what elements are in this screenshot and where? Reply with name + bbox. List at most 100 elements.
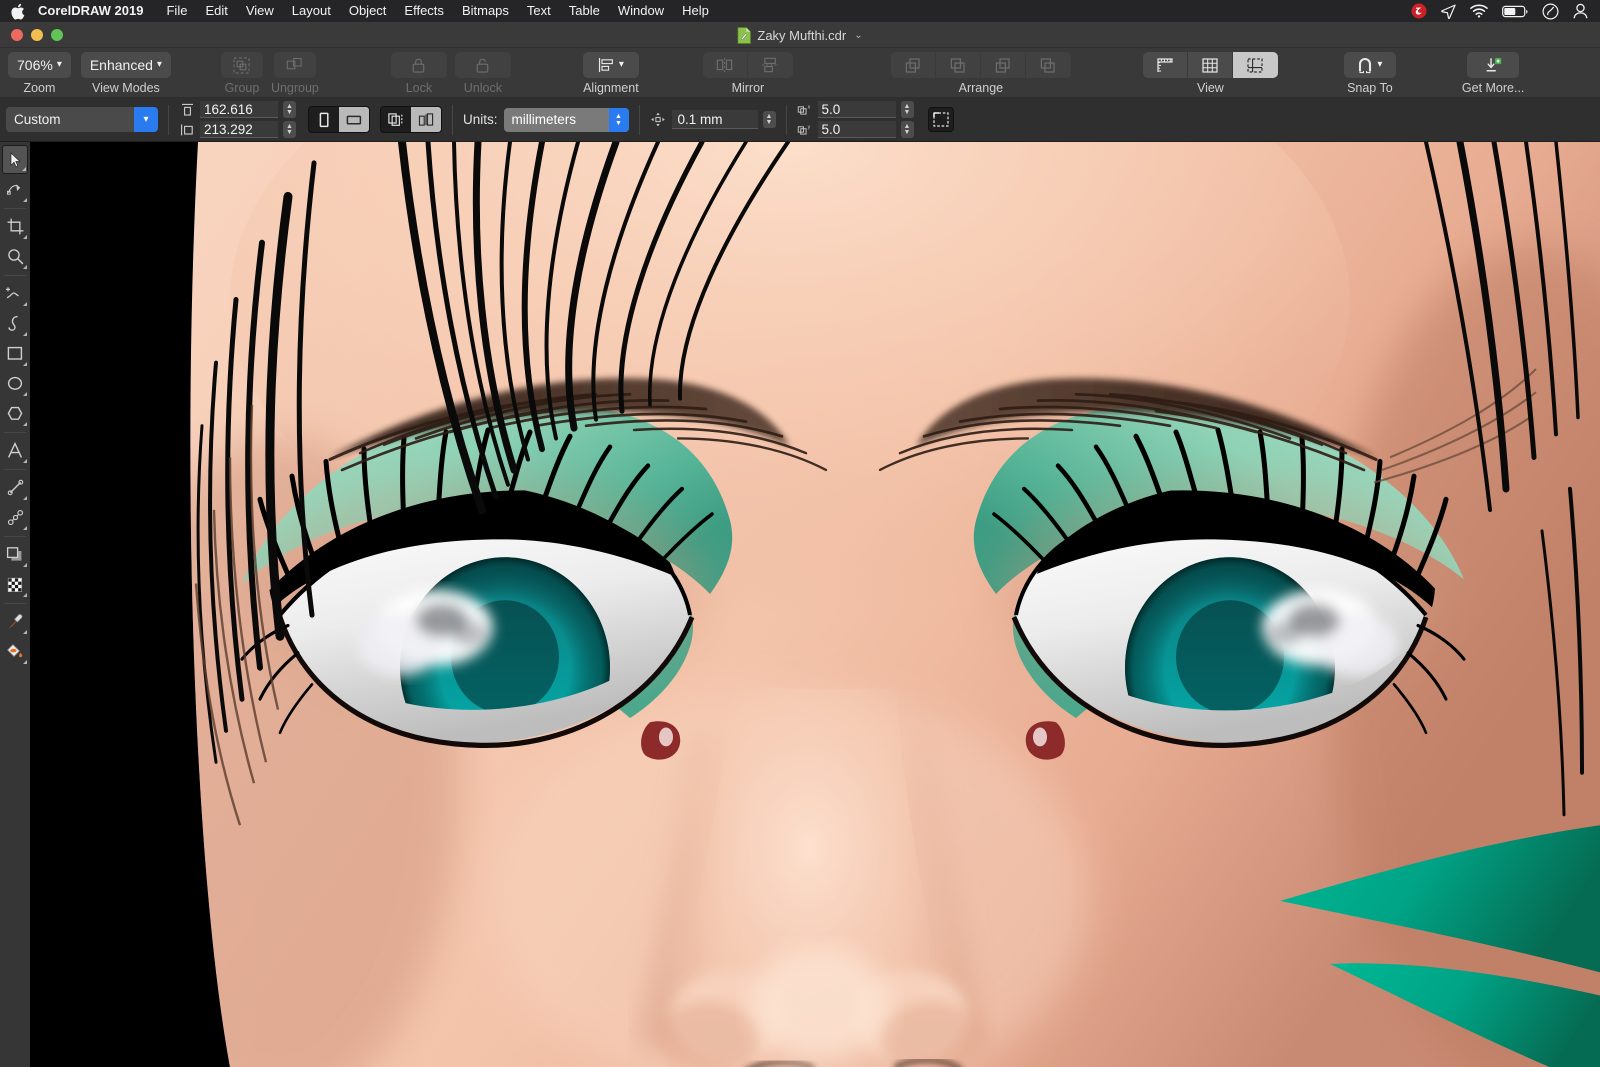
freehand-tool[interactable] — [2, 279, 28, 308]
menu-app-name[interactable]: CorelDRAW 2019 — [36, 0, 157, 22]
group-button[interactable] — [220, 52, 263, 78]
nudge-distance-stepper[interactable]: ▲ ▼ — [762, 111, 776, 128]
text-tool[interactable] — [2, 436, 28, 465]
chevron-down-icon: ▾ — [56, 59, 62, 70]
page-height-input[interactable]: 213.292 — [200, 121, 278, 138]
mirror-vertical-button[interactable] — [748, 52, 793, 78]
menu-item-layout[interactable]: Layout — [283, 0, 340, 22]
arrange-to-front-button[interactable] — [891, 52, 936, 78]
minimize-button[interactable] — [31, 28, 43, 41]
page-background-button[interactable] — [927, 107, 954, 132]
guidelines-icon — [1247, 57, 1263, 73]
maximize-button[interactable] — [51, 28, 63, 41]
divider — [638, 104, 640, 135]
artistic-media-tool[interactable] — [2, 309, 28, 338]
show-grid-button[interactable] — [1188, 52, 1233, 78]
battery-icon[interactable] — [1502, 0, 1528, 22]
duplicate-y-input[interactable]: 5.0 — [817, 121, 896, 138]
duplicate-x-stepper[interactable]: ▲ ▼ — [900, 101, 914, 118]
user-account-icon[interactable] — [1573, 0, 1588, 22]
menu-item-edit[interactable]: Edit — [196, 0, 236, 22]
all-pages-same-size-button[interactable] — [381, 107, 411, 132]
zoom-tool[interactable] — [2, 242, 28, 271]
ellipse-tool[interactable] — [2, 369, 28, 398]
page-height-stepper[interactable]: ▲ ▼ — [283, 121, 296, 138]
page-preset-dropdown[interactable]: Custom ▾ — [6, 107, 158, 132]
pick-tool[interactable] — [2, 145, 28, 174]
close-button[interactable] — [11, 28, 23, 41]
arrange-segmented-control[interactable] — [890, 52, 1071, 78]
ungroup-label: Ungroup — [270, 81, 319, 95]
current-page-only-button[interactable] — [411, 107, 441, 132]
lock-label: Lock — [405, 81, 433, 95]
menu-item-view[interactable]: View — [237, 0, 283, 22]
mirror-segmented-control[interactable] — [702, 52, 793, 78]
interactive-fill-tool[interactable] — [2, 637, 28, 666]
up-down-chevron-icon[interactable]: ▲ ▼ — [608, 107, 629, 132]
toolbar-group-snap-to: ▾ Snap To — [1343, 48, 1396, 98]
menu-item-help[interactable]: Help — [673, 0, 718, 22]
document-name[interactable]: Zaky Mufthi.cdr — [757, 28, 846, 43]
menu-item-text[interactable]: Text — [518, 0, 560, 22]
toolbox — [0, 142, 30, 1067]
location-arrow-icon[interactable] — [1441, 0, 1456, 22]
arrange-back-one-button[interactable] — [981, 52, 1026, 78]
trend-micro-icon[interactable] — [1411, 0, 1427, 22]
arrange-to-back-button[interactable] — [1026, 52, 1071, 78]
units-dropdown[interactable]: millimeters ▲ ▼ — [503, 107, 629, 132]
chevron-down-icon[interactable]: ▾ — [134, 107, 158, 132]
connector-tool[interactable] — [2, 503, 28, 532]
get-more-button[interactable] — [1467, 52, 1520, 78]
menu-item-window[interactable]: Window — [609, 0, 673, 22]
snap-to-dropdown[interactable]: ▾ — [1343, 52, 1396, 78]
page-width-input[interactable]: 162.616 — [200, 101, 278, 118]
to-back-icon — [1041, 57, 1055, 73]
duplicate-y-stepper[interactable]: ▲ ▼ — [900, 121, 914, 138]
ungroup-button[interactable] — [273, 52, 316, 78]
shape-tool[interactable] — [2, 175, 28, 204]
show-rulers-button[interactable] — [1143, 52, 1188, 78]
menu-item-object[interactable]: Object — [340, 0, 396, 22]
polygon-tool[interactable] — [2, 399, 28, 428]
duplicate-x-input[interactable]: 5.0 — [817, 101, 896, 118]
menu-item-table[interactable]: Table — [560, 0, 609, 22]
duplicate-distance-group: x 5.0 ▲ ▼ y 5.0 ▲ ▼ — [797, 101, 914, 138]
toolbar-group-view-modes: Enhanced ▾ View Modes — [80, 48, 171, 98]
flyout-indicator-icon — [23, 593, 27, 597]
view-segmented-control[interactable] — [1142, 52, 1278, 78]
orientation-toggle[interactable] — [308, 106, 370, 133]
page-width-stepper[interactable]: ▲ ▼ — [283, 101, 296, 118]
artboard[interactable] — [30, 142, 1600, 1067]
menu-item-file[interactable]: File — [157, 0, 196, 22]
portrait-orientation-button[interactable] — [309, 107, 339, 132]
menu-item-effects[interactable]: Effects — [395, 0, 453, 22]
mirror-horizontal-button[interactable] — [703, 52, 748, 78]
menu-item-bitmaps[interactable]: Bitmaps — [453, 0, 518, 22]
svg-text:x: x — [807, 104, 810, 110]
landscape-orientation-button[interactable] — [339, 107, 369, 132]
zoom-level-dropdown[interactable]: 706% ▾ — [8, 52, 71, 78]
crop-tool[interactable] — [2, 212, 28, 241]
page-dimensions-group: 162.616 ▲ ▼ 213.292 ▲ ▼ — [179, 101, 296, 138]
arrange-forward-one-button[interactable] — [936, 52, 981, 78]
drop-shadow-tool[interactable] — [2, 540, 28, 569]
page-view-toggle[interactable] — [380, 106, 442, 133]
parallel-dimension-tool[interactable] — [2, 473, 28, 502]
apple-logo-icon[interactable] — [10, 2, 26, 20]
window-controls — [0, 28, 63, 41]
transparency-tool[interactable] — [2, 570, 28, 599]
nudge-distance-input[interactable]: 0.1 mm — [671, 110, 758, 129]
alignment-dropdown[interactable]: ▾ — [582, 52, 639, 78]
lock-button[interactable] — [390, 52, 447, 78]
show-guidelines-button[interactable] — [1232, 52, 1278, 78]
wifi-icon[interactable] — [1470, 0, 1488, 22]
drawing-canvas[interactable] — [30, 142, 1600, 1067]
rectangle-tool[interactable] — [2, 339, 28, 368]
unlock-button[interactable] — [454, 52, 511, 78]
view-mode-dropdown[interactable]: Enhanced ▾ — [80, 52, 171, 78]
color-eyedropper-tool[interactable] — [2, 607, 28, 636]
siri-icon[interactable] — [1542, 0, 1559, 22]
flyout-indicator-icon — [23, 332, 27, 336]
document-menu-chevron-icon[interactable]: ⌄ — [854, 30, 862, 41]
toolbox-divider — [4, 469, 26, 470]
